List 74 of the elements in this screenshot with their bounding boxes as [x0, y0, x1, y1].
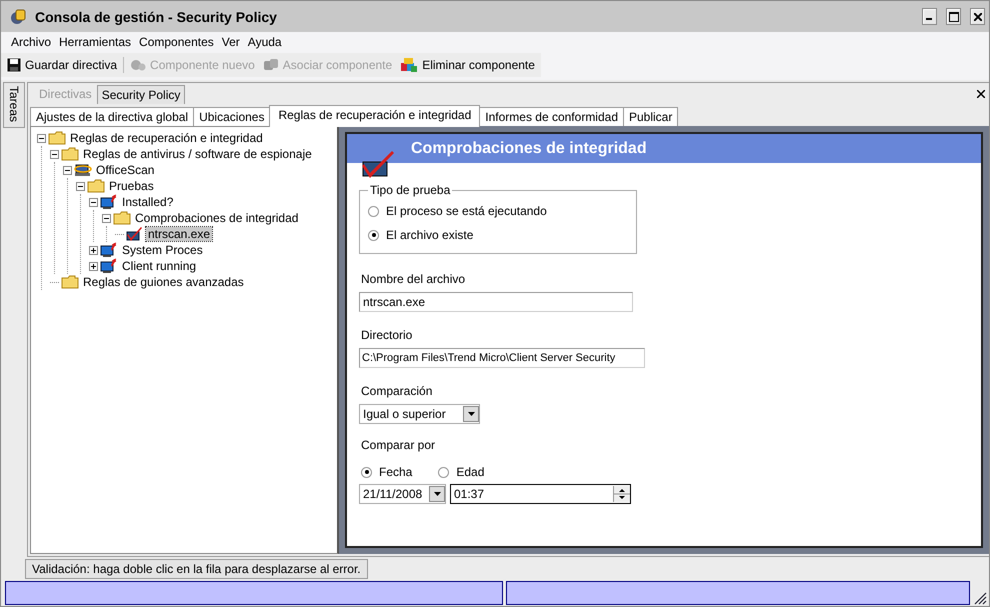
- expand-toggle[interactable]: [102, 214, 111, 222]
- validation-tab[interactable]: Validación: haga doble clic en la fila para desplazarse al error.: [25, 559, 368, 579]
- tab[interactable]: Ajustes de la directiva global: [30, 107, 194, 126]
- menu-item[interactable]: Ayuda: [244, 35, 286, 49]
- input-field[interactable]: ntrscan.exe: [359, 292, 633, 312]
- side-tab[interactable]: Tareas: [3, 82, 25, 128]
- expand-toggle[interactable]: [76, 182, 85, 190]
- menu-item[interactable]: Herramientas: [55, 35, 136, 49]
- tree-item[interactable]: Pruebas: [107, 179, 156, 193]
- tab[interactable]: Publicar: [623, 107, 678, 126]
- tree-item[interactable]: Reglas de guiones avanzadas: [81, 275, 246, 289]
- tree-item[interactable]: Reglas de antivirus / software de espionaje: [81, 147, 314, 161]
- tab[interactable]: Ubicaciones: [193, 107, 270, 126]
- input-field[interactable]: C:\Program Files\Trend Micro\Client Server Security: [359, 348, 645, 368]
- tree-item[interactable]: Reglas de recuperación e integridad: [68, 131, 265, 145]
- monitor-check-icon: [100, 258, 118, 274]
- minimize-button[interactable]: [922, 8, 937, 25]
- toolbar-button[interactable]: Guardar directiva: [5, 56, 120, 74]
- menu-item[interactable]: Ver: [218, 35, 244, 49]
- checkmark-icon: [126, 226, 144, 242]
- tree-item[interactable]: Client running: [120, 259, 198, 273]
- computer-icon: [74, 162, 92, 178]
- close-icon[interactable]: [977, 90, 985, 98]
- dropdown[interactable]: Igual o superior: [359, 404, 480, 424]
- folder-icon: [113, 211, 131, 225]
- close-icon: [974, 12, 982, 20]
- tree-item[interactable]: ntrscan.exe: [146, 227, 212, 241]
- field-label: Directorio: [361, 328, 412, 342]
- folder-icon: [61, 147, 79, 161]
- folder-icon: [48, 131, 66, 145]
- radio-label[interactable]: El proceso se está ejecutando: [386, 204, 547, 218]
- close-button[interactable]: [970, 8, 985, 25]
- window-title: Consola de gestión - Security Policy: [35, 8, 278, 24]
- radio-button[interactable]: [438, 466, 450, 478]
- tree-item[interactable]: OfficeScan: [94, 163, 156, 177]
- radio-label[interactable]: Edad: [456, 465, 484, 479]
- menu-item[interactable]: Componentes: [135, 35, 218, 49]
- maximize-button[interactable]: [946, 8, 961, 25]
- folder-icon: [61, 275, 79, 289]
- group-legend: Tipo de prueba: [368, 183, 452, 197]
- radio-label[interactable]: Fecha: [379, 465, 412, 479]
- tab[interactable]: Informes de conformidad: [479, 107, 624, 126]
- tree-item[interactable]: Installed?: [120, 195, 176, 209]
- resize-grip-icon[interactable]: [973, 591, 987, 605]
- expand-toggle[interactable]: [89, 246, 98, 254]
- folder-icon: [87, 179, 105, 193]
- expand-toggle[interactable]: [37, 134, 46, 142]
- checkmark-icon: [361, 148, 395, 178]
- time-field[interactable]: 01:37: [450, 484, 631, 504]
- maximize-icon: [948, 12, 958, 22]
- monitor-check-icon: [100, 194, 118, 210]
- monitor-check-icon: [100, 242, 118, 258]
- expand-toggle[interactable]: [50, 150, 59, 158]
- expand-toggle[interactable]: [63, 166, 72, 174]
- radio-button[interactable]: [361, 466, 372, 478]
- radio-label[interactable]: El archivo existe: [386, 228, 474, 242]
- tab[interactable]: Reglas de recuperación e integridad: [269, 105, 480, 127]
- expand-toggle[interactable]: [89, 262, 98, 270]
- field-label: Nombre del archivo: [361, 272, 466, 286]
- radio-button[interactable]: [368, 206, 379, 216]
- detail-title: Comprobaciones de integridad: [347, 134, 981, 163]
- field-label: Comparación: [361, 384, 432, 398]
- blocks-icon: [400, 57, 418, 73]
- app-icon: [9, 8, 27, 26]
- radio-button[interactable]: [368, 230, 379, 240]
- expand-toggle[interactable]: [89, 198, 98, 206]
- date-picker[interactable]: 21/11/2008: [359, 484, 446, 504]
- toolbar-button[interactable]: Eliminar componente: [398, 55, 537, 75]
- tree-item[interactable]: System Proces: [120, 243, 205, 257]
- spinner-icon[interactable]: [613, 486, 630, 502]
- tree-item[interactable]: Comprobaciones de integridad: [133, 211, 300, 225]
- document-tab[interactable]: Security Policy: [96, 85, 186, 104]
- field-label: Comparar por: [361, 438, 436, 452]
- menu-item[interactable]: Archivo: [7, 35, 56, 49]
